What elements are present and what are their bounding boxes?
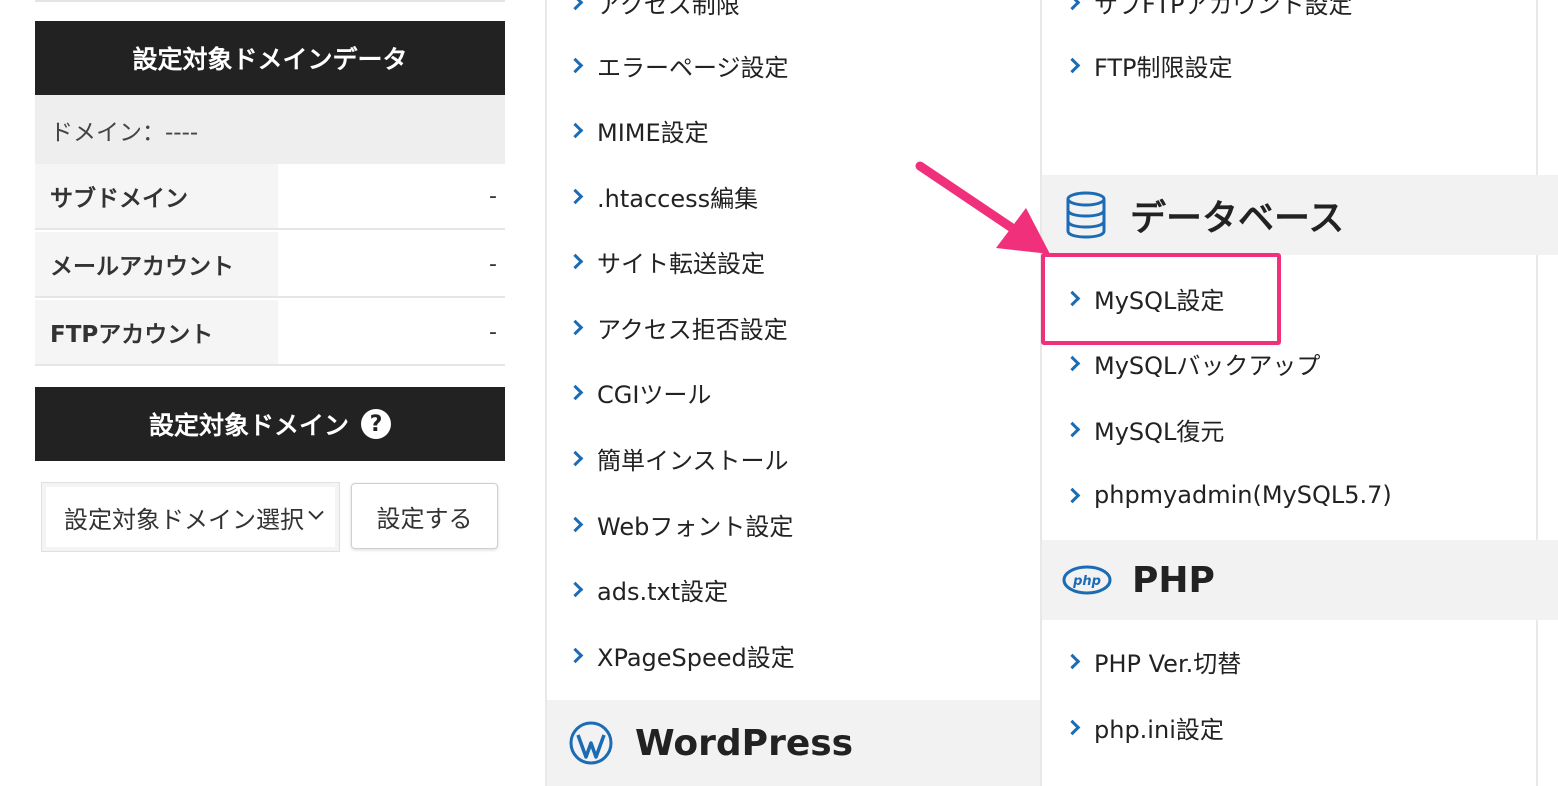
highlight-box	[1041, 253, 1281, 345]
chevron-right-icon	[1064, 57, 1081, 73]
column-divider-right	[1536, 0, 1538, 175]
menu-item-label: .htaccess編集	[597, 184, 759, 213]
menu-item-label: XPageSpeed設定	[597, 643, 795, 672]
domain-select-value: 設定対象ドメイン選択	[64, 505, 304, 534]
domain-row: ドメイン：----	[35, 95, 505, 164]
menu-item-label: FTP制限設定	[1094, 53, 1233, 82]
menu-item-phpmyadmin[interactable]: phpmyadmin(MySQL5.7)	[1063, 475, 1392, 515]
chevron-right-icon	[567, 122, 584, 138]
stat-value: -	[278, 164, 505, 228]
chevron-right-icon	[567, 647, 584, 663]
column-divider-right	[1536, 620, 1538, 786]
menu-item[interactable]: アクセス拒否設定	[566, 307, 788, 347]
stat-row-subdomain: サブドメイン -	[35, 164, 505, 230]
menu-item[interactable]: MIME設定	[566, 110, 709, 150]
column-divider-mid	[1040, 0, 1042, 786]
menu-item-label: MySQL復元	[1094, 417, 1225, 446]
database-section-title: データベース	[1130, 198, 1345, 239]
database-section-header: データベース	[1042, 175, 1558, 255]
php-icon-text: php	[1072, 574, 1101, 589]
menu-item-mysql-backup[interactable]: MySQLバックアップ	[1063, 343, 1320, 383]
domain-line: ドメイン：----	[50, 119, 199, 146]
menu-item-ftp-restriction[interactable]: FTP制限設定	[1063, 45, 1233, 85]
php-section-title: PHP	[1132, 559, 1215, 601]
stat-label: メールアカウント	[35, 232, 278, 296]
menu-item-mysql-restore[interactable]: MySQL復元	[1063, 409, 1224, 449]
chevron-right-icon	[567, 319, 584, 335]
menu-item-access-restriction[interactable]: アクセス制限	[566, 0, 740, 22]
domain-select-box[interactable]: 設定対象ドメイン選択	[46, 487, 335, 547]
stat-row-ftp: FTPアカウント -	[35, 300, 505, 366]
stat-value: -	[278, 232, 505, 296]
menu-item[interactable]: CGIツール	[566, 372, 711, 412]
target-domain-title: 設定対象ドメイン	[148, 411, 349, 440]
menu-item[interactable]: サイト転送設定	[566, 241, 765, 281]
chevron-right-icon	[1064, 355, 1081, 371]
menu-item-label: ads.txt設定	[597, 577, 729, 606]
menu-item-label: phpmyadmin(MySQL5.7)	[1094, 481, 1392, 509]
help-icon[interactable]: ?	[361, 409, 391, 439]
chevron-right-icon	[567, 581, 584, 597]
chevron-right-icon	[567, 384, 584, 400]
menu-item-label: アクセス制限	[597, 0, 740, 19]
domain-data-title: 設定対象ドメインデータ	[132, 45, 408, 74]
stat-label: サブドメイン	[35, 164, 278, 228]
menu-item-label: php.ini設定	[1094, 715, 1224, 744]
menu-item[interactable]: .htaccess編集	[566, 176, 758, 216]
wordpress-section-title: WordPress	[635, 722, 854, 764]
chevron-right-icon	[1064, 719, 1081, 735]
stat-label: FTPアカウント	[35, 300, 278, 364]
menu-item-label: MySQLバックアップ	[1094, 351, 1321, 380]
top-divider	[35, 0, 505, 2]
menu-item[interactable]: エラーページ設定	[566, 45, 789, 85]
menu-item-label: サブFTPアカウント設定	[1094, 0, 1353, 19]
php-section-header: php PHP	[1042, 540, 1558, 620]
chevron-right-icon	[567, 450, 584, 466]
chevron-right-icon	[567, 188, 584, 204]
set-button[interactable]: 設定する	[351, 483, 498, 549]
domain-data-header: 設定対象ドメインデータ	[35, 21, 505, 95]
chevron-right-icon	[1064, 653, 1081, 669]
chevron-right-icon	[567, 57, 584, 73]
menu-item-label: アクセス拒否設定	[597, 315, 788, 344]
menu-item-php-version[interactable]: PHP Ver.切替	[1063, 641, 1241, 681]
wordpress-section-header: WordPress	[547, 700, 1040, 786]
server-panel-page: 設定対象ドメインデータ ドメイン：---- サブドメイン - メールアカウント …	[0, 0, 1558, 786]
stat-value: -	[278, 300, 505, 364]
menu-item-label: MIME設定	[597, 118, 709, 147]
menu-item-php-ini[interactable]: php.ini設定	[1063, 707, 1224, 747]
menu-item-label: サイト転送設定	[597, 249, 765, 278]
domain-select[interactable]: 設定対象ドメイン選択	[41, 482, 340, 552]
menu-item-sub-ftp[interactable]: サブFTPアカウント設定	[1063, 0, 1353, 22]
chevron-down-icon	[303, 505, 325, 527]
menu-item-label: PHP Ver.切替	[1094, 649, 1242, 678]
menu-item-label: Webフォント設定	[597, 512, 794, 541]
column-divider-left	[545, 0, 547, 786]
chevron-right-icon	[567, 0, 584, 10]
target-domain-header: 設定対象ドメイン ?	[35, 387, 505, 461]
menu-item[interactable]: XPageSpeed設定	[566, 635, 795, 675]
menu-item-label: 簡単インストール	[597, 446, 789, 475]
database-icon	[1064, 191, 1108, 239]
chevron-right-icon	[1064, 487, 1081, 503]
chevron-right-icon	[567, 516, 584, 532]
chevron-right-icon	[1064, 421, 1081, 437]
column-divider-right	[1536, 255, 1538, 540]
php-icon: php	[1062, 565, 1112, 595]
menu-item-label: エラーページ設定	[597, 53, 789, 82]
menu-item-label: CGIツール	[597, 380, 712, 409]
chevron-right-icon	[567, 253, 584, 269]
menu-item[interactable]: Webフォント設定	[566, 504, 793, 544]
chevron-right-icon	[1064, 0, 1081, 10]
wordpress-icon	[569, 721, 613, 765]
annotation-arrow-icon	[915, 161, 1050, 254]
menu-item[interactable]: ads.txt設定	[566, 569, 728, 609]
stat-row-mail: メールアカウント -	[35, 232, 505, 298]
menu-item[interactable]: 簡単インストール	[566, 438, 789, 478]
